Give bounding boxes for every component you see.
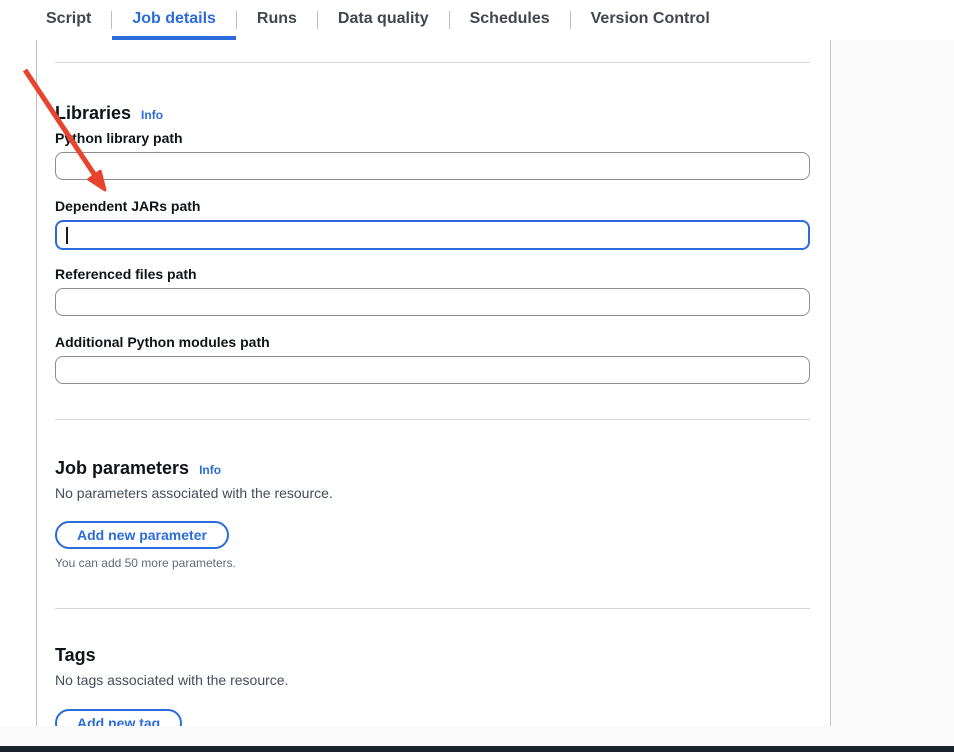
libraries-info-link[interactable]: Info [141, 108, 163, 122]
additional-python-modules-path-input[interactable] [55, 356, 810, 384]
tab-schedules[interactable]: Schedules [450, 0, 570, 40]
tags-section: Tags No tags associated with the resourc… [55, 645, 810, 726]
referenced-files-path-input[interactable] [55, 288, 810, 316]
libraries-section: Libraries Info Python library path Depen… [55, 103, 810, 384]
right-gutter [830, 40, 954, 726]
job-parameters-info-link[interactable]: Info [199, 463, 221, 477]
tab-version-control[interactable]: Version Control [571, 0, 730, 40]
section-divider [55, 608, 810, 609]
referenced-files-path-label: Referenced files path [55, 266, 810, 282]
job-parameters-empty-text: No parameters associated with the resour… [55, 484, 810, 502]
tags-empty-text: No tags associated with the resource. [55, 671, 810, 689]
python-library-path-input[interactable] [55, 152, 810, 180]
add-new-parameter-button[interactable]: Add new parameter [55, 521, 229, 549]
job-parameters-hint-text: You can add 50 more parameters. [55, 556, 810, 570]
bottom-bar [0, 746, 954, 752]
text-cursor [66, 227, 68, 244]
tab-bar: Script Job details Runs Data quality Sch… [0, 0, 954, 40]
tags-heading: Tags [55, 645, 96, 665]
job-details-panel: Libraries Info Python library path Depen… [36, 40, 830, 726]
add-new-tag-button[interactable]: Add new tag [55, 709, 182, 726]
libraries-heading: Libraries [55, 103, 131, 123]
tab-script[interactable]: Script [26, 0, 111, 40]
job-parameters-section: Job parameters Info No parameters associ… [55, 458, 810, 570]
left-spacer [0, 40, 36, 726]
additional-python-modules-path-label: Additional Python modules path [55, 334, 810, 350]
section-divider [55, 419, 810, 420]
main-area: Libraries Info Python library path Depen… [0, 40, 954, 726]
dependent-jars-path-label: Dependent JARs path [55, 198, 810, 214]
tab-runs[interactable]: Runs [237, 0, 317, 40]
python-library-path-label: Python library path [55, 130, 810, 146]
section-divider [55, 62, 810, 63]
job-parameters-heading: Job parameters [55, 458, 189, 478]
tab-job-details[interactable]: Job details [112, 0, 236, 40]
dependent-jars-path-input[interactable] [55, 220, 810, 250]
footer-strip [0, 726, 954, 746]
tab-data-quality[interactable]: Data quality [318, 0, 449, 40]
